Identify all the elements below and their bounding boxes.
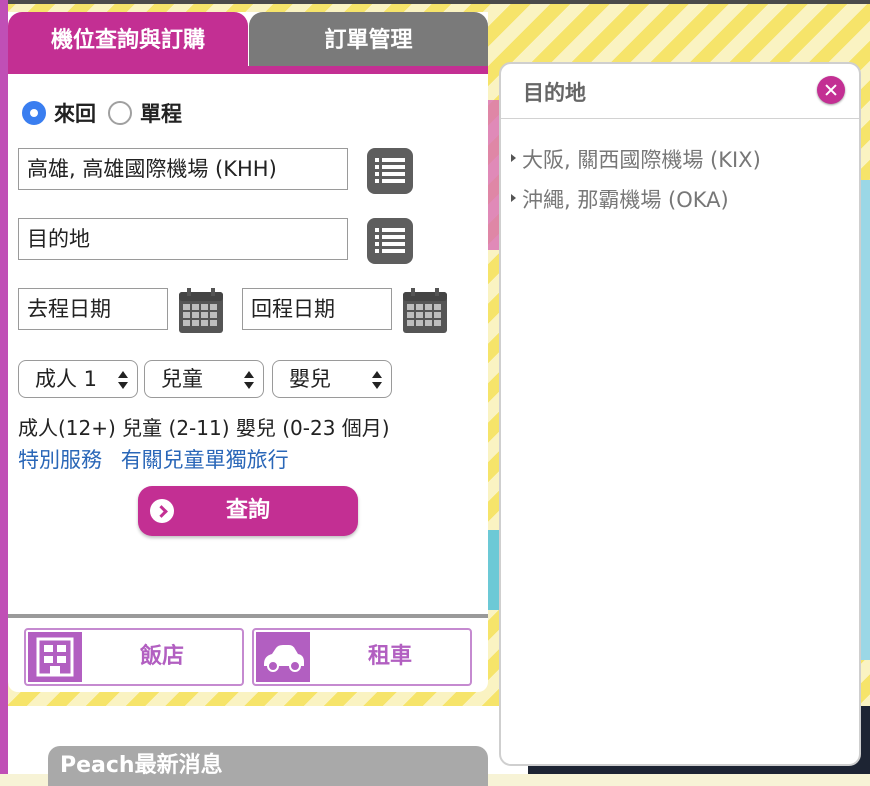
destination-list-button[interactable] — [367, 218, 413, 264]
depart-calendar-button[interactable] — [178, 288, 224, 334]
list-icon — [375, 228, 405, 253]
one-way-label[interactable]: 單程 — [140, 98, 182, 128]
depart-date-field[interactable]: 去程日期 — [18, 288, 168, 330]
close-icon[interactable] — [817, 76, 845, 104]
news-header: Peach最新消息 — [48, 746, 488, 786]
top-border — [0, 0, 870, 4]
return-date-field[interactable]: 回程日期 — [242, 288, 392, 330]
child-select-value: 兒童 — [161, 367, 203, 391]
one-way-radio[interactable] — [108, 101, 132, 125]
left-accent-strip — [0, 0, 8, 774]
calendar-icon — [403, 288, 447, 333]
special-service-link[interactable]: 特別服務 — [18, 448, 102, 472]
list-icon — [375, 158, 405, 183]
age-note: 成人(12+) 兒童 (2-11) 嬰兒 (0-23 個月) — [18, 416, 390, 440]
infant-select-value: 嬰兒 — [289, 367, 331, 391]
origin-field[interactable]: 高雄, 高雄國際機場 (KHH) — [18, 148, 348, 190]
destination-option[interactable]: 大阪, 關西國際機場 (KIX) — [511, 144, 761, 174]
infant-select[interactable]: 嬰兒 — [272, 360, 392, 398]
destination-option-label: 大阪, 關西國際機場 (KIX) — [522, 148, 761, 172]
bullet-icon — [511, 194, 516, 202]
unaccompanied-minor-link[interactable]: 有關兒童單獨旅行 — [121, 448, 289, 472]
car-rental-button[interactable]: 租車 — [252, 628, 472, 686]
hotel-button[interactable]: 飯店 — [24, 628, 244, 686]
popup-title: 目的地 — [523, 81, 586, 105]
child-select[interactable]: 兒童 — [144, 360, 264, 398]
destination-option[interactable]: 沖繩, 那霸機場 (OKA) — [511, 184, 729, 214]
trip-type-group: 來回 單程 — [22, 98, 194, 128]
tab-flight-search[interactable]: 機位查詢與訂購 — [8, 12, 248, 70]
tab-underline — [8, 66, 488, 74]
destination-popup: 目的地 大阪, 關西國際機場 (KIX) 沖繩, 那霸機場 (OKA) — [499, 62, 861, 766]
background-banner — [860, 180, 870, 660]
tab-manage-booking[interactable]: 訂單管理 — [249, 12, 488, 70]
hotel-label: 飯店 — [139, 644, 184, 669]
return-calendar-button[interactable] — [402, 288, 448, 334]
search-button-label: 查詢 — [225, 498, 270, 523]
destination-field[interactable]: 目的地 — [18, 218, 348, 260]
chevron-right-icon — [150, 499, 174, 523]
divider — [8, 614, 488, 618]
adult-select-value: 成人 1 — [35, 367, 98, 391]
info-links: 特別服務 有關兒童單獨旅行 — [18, 444, 301, 474]
bullet-icon — [511, 154, 516, 162]
car-icon — [256, 632, 310, 682]
hotel-icon — [28, 632, 82, 682]
adult-select[interactable]: 成人 1 — [18, 360, 138, 398]
search-button[interactable]: 查詢 — [138, 486, 358, 536]
select-arrows-icon — [118, 371, 128, 389]
round-trip-label[interactable]: 來回 — [54, 98, 96, 128]
car-rental-label: 租車 — [367, 644, 412, 669]
select-arrows-icon — [372, 371, 382, 389]
round-trip-radio[interactable] — [22, 101, 46, 125]
popup-header: 目的地 — [501, 64, 859, 119]
destination-option-label: 沖繩, 那霸機場 (OKA) — [522, 188, 729, 212]
origin-list-button[interactable] — [367, 148, 413, 194]
select-arrows-icon — [244, 371, 254, 389]
calendar-icon — [179, 288, 223, 333]
